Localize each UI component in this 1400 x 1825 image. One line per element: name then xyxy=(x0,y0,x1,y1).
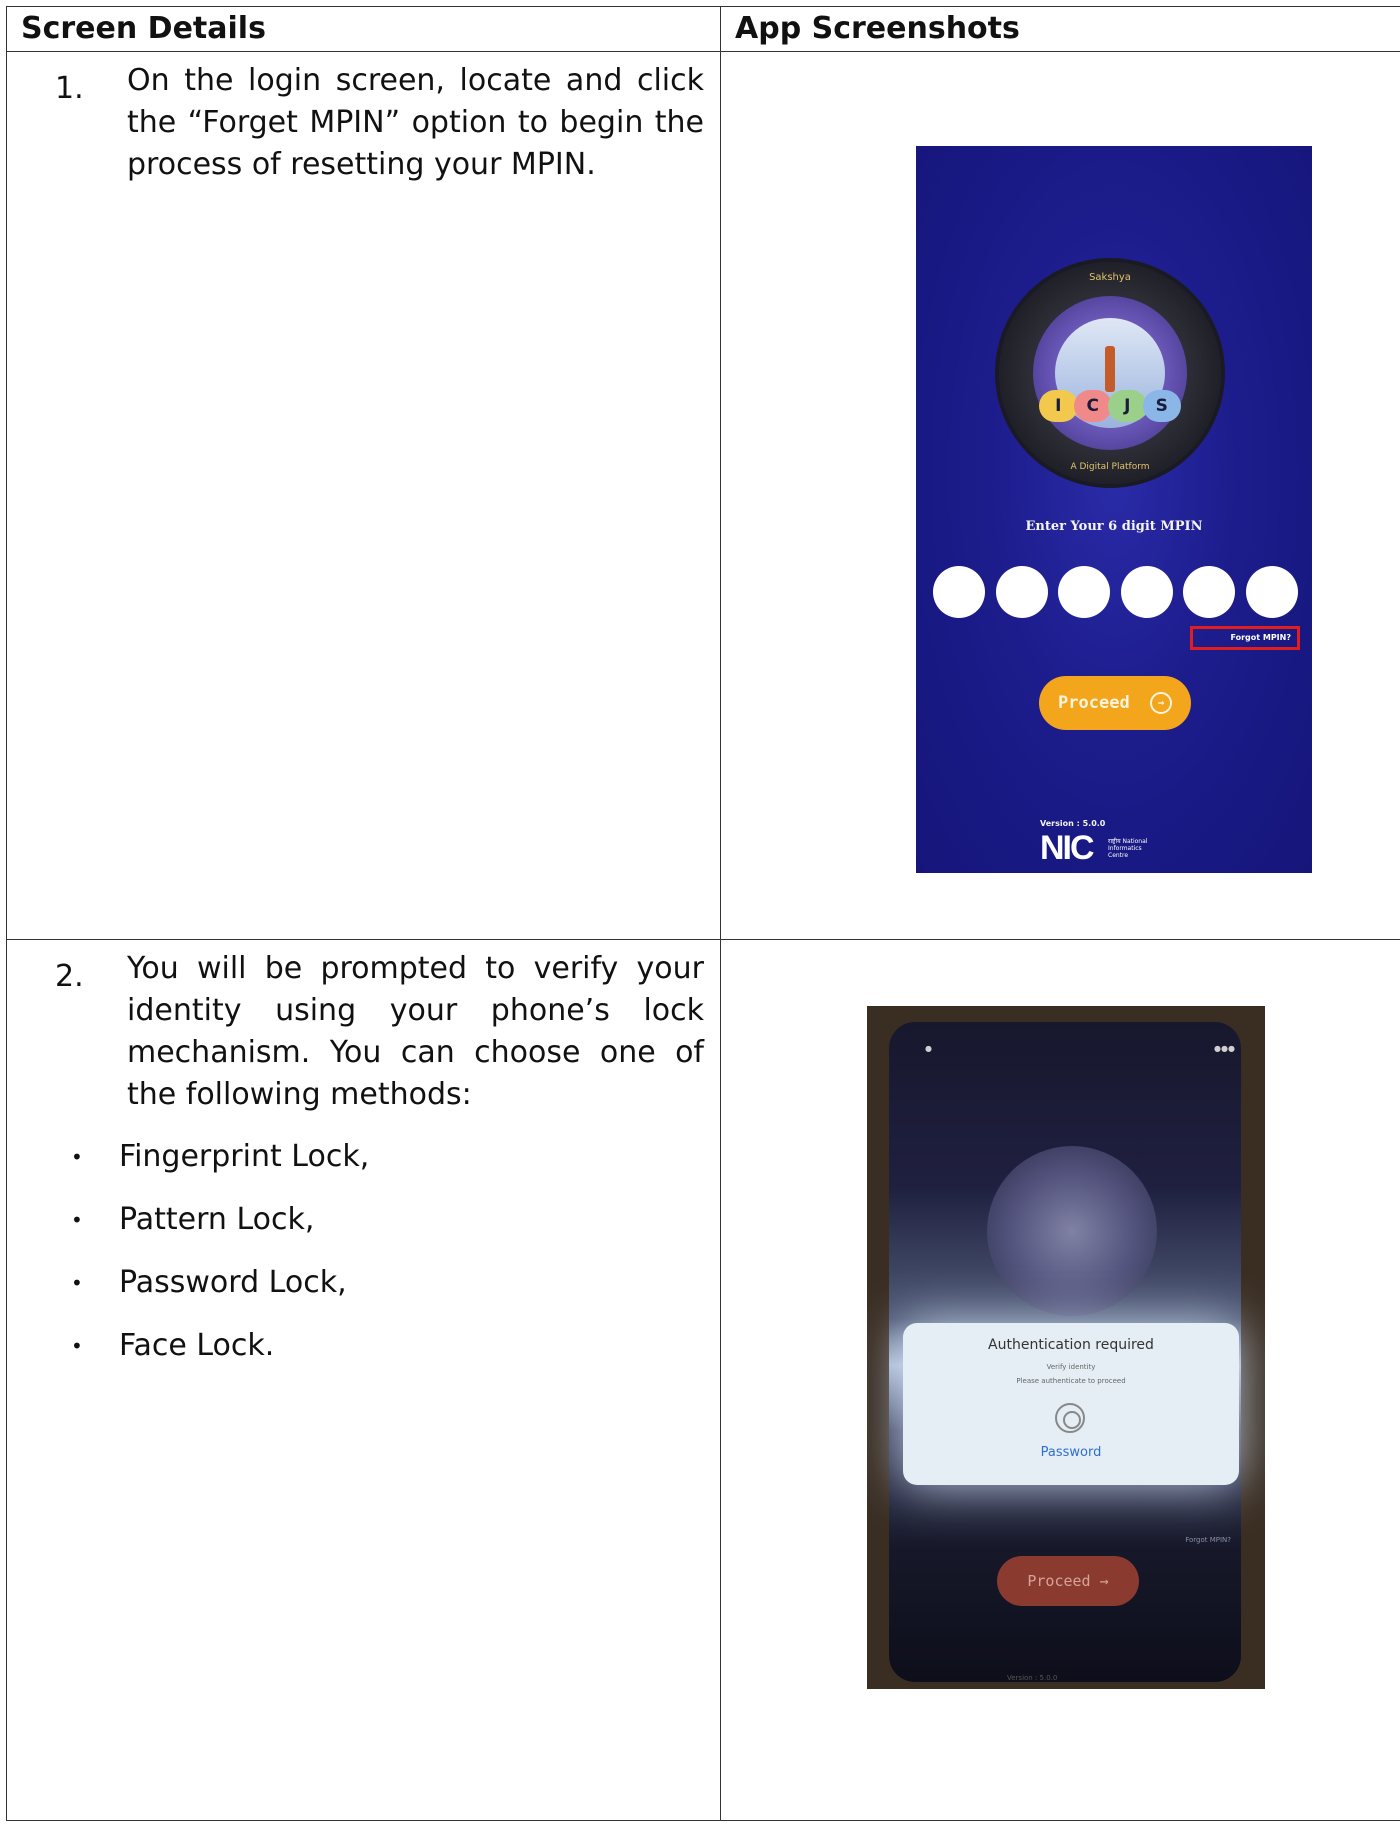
auth-title: Authentication required xyxy=(988,1337,1154,1353)
arrow-right-icon: → xyxy=(1149,692,1172,714)
mpin-input-group[interactable] xyxy=(933,566,1298,618)
header-screen-details: Screen Details xyxy=(6,6,721,52)
arrow-right-icon: → xyxy=(1099,1572,1109,1590)
status-bar: ● ●●● xyxy=(925,1044,1235,1053)
step-1-screenshot-cell: Sakshya I C J S A Digital Platform Enter xyxy=(720,51,1400,940)
step-2-details: 2. You will be prompted to verify your i… xyxy=(6,939,721,1821)
step-1-details: 1. On the login screen, locate and click… xyxy=(6,51,721,940)
login-screenshot: Sakshya I C J S A Digital Platform Enter xyxy=(916,146,1312,873)
nic-logo: NIC xyxy=(1040,829,1095,867)
list-item: • Password Lock, xyxy=(7,1262,720,1325)
method-label: Face Lock. xyxy=(119,1328,275,1363)
step-2-text: You will be prompted to verify your iden… xyxy=(127,951,704,1112)
mpin-digit-field[interactable] xyxy=(1120,566,1173,618)
logo-letter: I xyxy=(1039,390,1078,422)
step-2-number: 2. xyxy=(55,959,84,994)
auth-subtitle: Verify identity xyxy=(1046,1363,1096,1371)
logo-letter: S xyxy=(1142,390,1181,422)
nic-logo-subtitle: राष्ट्रीय National Informatics Centre xyxy=(1108,838,1148,859)
proceed-button-dimmed: Proceed → xyxy=(997,1556,1139,1606)
logo-bottom-text: A Digital Platform xyxy=(1070,462,1150,472)
forgot-mpin-link-dimmed: Forgot MPIN? xyxy=(1185,1536,1231,1544)
version-text: Version : 5.0.0 xyxy=(1040,819,1106,828)
step-1-text: On the login screen, locate and click th… xyxy=(127,63,704,182)
method-label: Password Lock, xyxy=(119,1265,347,1300)
password-link[interactable]: Password xyxy=(903,1445,1239,1460)
list-item: • Face Lock. xyxy=(7,1325,720,1388)
sakshya-logo-dimmed xyxy=(987,1146,1157,1316)
version-text-dimmed: Version : 5.0.0 xyxy=(1007,1674,1058,1682)
mpin-digit-field[interactable] xyxy=(995,566,1048,618)
bullet: • xyxy=(71,1334,83,1358)
bullet: • xyxy=(71,1145,83,1169)
logo-letter: C xyxy=(1073,390,1112,422)
header-app-screenshots: App Screenshots xyxy=(720,6,1400,52)
proceed-label: Proceed xyxy=(1058,693,1130,713)
step-1-number: 1. xyxy=(55,71,84,106)
mpin-digit-field[interactable] xyxy=(1058,566,1111,618)
authentication-photo: ● ●●● Authentication required Verify iden… xyxy=(867,1006,1265,1689)
proceed-button[interactable]: Proceed → xyxy=(1039,676,1191,730)
step-2-screenshot-cell: ● ●●● Authentication required Verify iden… xyxy=(720,939,1400,1821)
fingerprint-icon[interactable] xyxy=(1055,1403,1085,1433)
lock-methods-list: • Fingerprint Lock, • Pattern Lock, • Passw… xyxy=(7,1136,720,1388)
forgot-mpin-link[interactable]: Forgot MPIN? xyxy=(1190,626,1300,650)
list-item: • Pattern Lock, xyxy=(7,1199,720,1262)
mpin-digit-field[interactable] xyxy=(1245,566,1298,618)
mpin-label: Enter Your 6 digit MPIN xyxy=(1025,519,1203,534)
bullet: • xyxy=(71,1271,83,1295)
proceed-label: Proceed xyxy=(1027,1572,1091,1590)
logo-figure-icon xyxy=(1105,346,1115,392)
list-item: • Fingerprint Lock, xyxy=(7,1136,720,1199)
logo-letter: J xyxy=(1108,390,1147,422)
logo-top-text: Sakshya xyxy=(1089,272,1131,283)
sakshya-logo: Sakshya I C J S A Digital Platform xyxy=(999,262,1221,484)
authentication-dialog: Authentication required Verify identity … xyxy=(903,1323,1239,1485)
mpin-digit-field[interactable] xyxy=(1183,566,1236,618)
logo-lens xyxy=(1033,296,1187,450)
auth-message: Please authenticate to proceed xyxy=(1016,1377,1126,1385)
method-label: Pattern Lock, xyxy=(119,1202,315,1237)
method-label: Fingerprint Lock, xyxy=(119,1139,370,1174)
bullet: • xyxy=(71,1208,83,1232)
instructions-table: Screen Details App Screenshots 1. On the… xyxy=(6,6,1400,1821)
icjs-letters: I C J S xyxy=(1039,390,1181,424)
mpin-digit-field[interactable] xyxy=(933,566,985,618)
